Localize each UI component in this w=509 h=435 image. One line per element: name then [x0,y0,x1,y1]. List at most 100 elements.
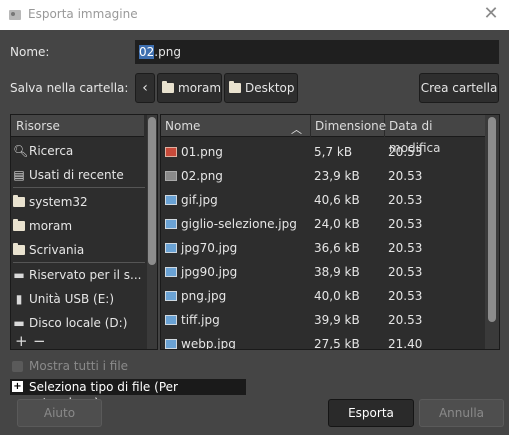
column-name-header[interactable]: Nome ︿ [161,115,311,137]
place-usb-drive[interactable]: ▮ Unità USB (E:) [13,289,145,309]
file-list-scrollbar[interactable] [485,115,499,349]
file-name: tiff.jpg [181,313,220,327]
remove-bookmark-button[interactable]: − [33,332,46,349]
folder-icon [229,81,241,93]
file-name: jpg70.jpg [181,241,238,255]
file-size: 40,6 kB [314,193,360,207]
name-label: Nome: [10,45,50,59]
file-row[interactable]: gif.jpg 40,6 kB 20.53 [161,188,485,212]
place-recent[interactable]: ▤ Usati di recente [13,165,145,185]
file-name: jpg90.jpg [181,265,238,279]
usb-drive-icon: ▮ [15,292,23,306]
filename-selected-text: 02 [139,45,155,59]
place-search[interactable]: 🔍︎Ricerca [13,141,145,161]
path-crumb-label: moram [178,81,222,95]
file-modified: 20.53 [388,169,423,183]
place-label: system32 [29,195,88,209]
place-label: Riservato per il s... [29,268,142,282]
filename-input[interactable]: 02.png [135,40,499,64]
file-row[interactable]: 01.png 5,7 kB 20.53 [161,140,485,164]
image-file-icon [165,243,177,253]
file-modified: 21.40 [388,337,423,350]
file-modified: 20.53 [388,313,423,327]
file-modified: 20.53 [388,217,423,231]
image-file-icon [165,291,177,301]
place-moram[interactable]: moram [13,216,145,236]
file-row[interactable]: giglio-selezione.jpg 24,0 kB 20.53 [161,212,485,236]
file-list: Nome ︿ Dimensione Data di modifica 01.png… [160,114,500,350]
file-row[interactable]: jpg90.jpg 38,9 kB 20.53 [161,260,485,284]
file-size: 5,7 kB [314,145,353,159]
image-file-icon [165,219,177,229]
place-local-disk[interactable]: ▬ Disco locale (D:) [13,313,145,333]
close-icon[interactable]: ✕ [481,4,501,24]
file-modified: 20.53 [388,265,423,279]
place-label: Ricerca [29,144,74,158]
file-list-header: Nome ︿ Dimensione Data di modifica [161,115,485,155]
place-label: Usati di recente [29,168,124,182]
folder-icon [162,81,174,93]
file-name: 01.png [181,145,223,159]
file-modified: 20.53 [388,145,423,159]
file-name: giglio-selezione.jpg [181,217,297,231]
column-size-header[interactable]: Dimensione [311,115,386,137]
file-modified: 20.53 [388,289,423,303]
path-crumb-moram[interactable]: moram [157,73,222,103]
places-divider [13,187,145,188]
place-scrivania[interactable]: Scrivania [13,240,145,260]
place-label: Unità USB (E:) [29,292,115,306]
folder-icon [13,192,25,212]
places-scroll-thumb[interactable] [148,117,156,265]
image-file-icon [165,147,177,157]
place-reserved-drive[interactable]: ▬ Riservato per il s... [13,265,145,285]
places-scrollbar[interactable] [147,115,157,349]
path-back-button[interactable]: ‹ [135,73,155,103]
file-name: gif.jpg [181,193,218,207]
cancel-button[interactable]: Annulla [419,399,504,427]
image-file-icon [165,315,177,325]
column-header-label: Nome [165,119,201,133]
file-size: 27,5 kB [314,337,360,350]
places-panel: Risorse 🔍︎Ricerca ▤ Usati di recente syst… [10,114,158,350]
folder-icon [13,240,25,260]
gimp-app-icon [9,10,21,20]
file-name: 02.png [181,169,223,183]
file-row[interactable]: png.jpg 40,0 kB 20.53 [161,284,485,308]
file-row[interactable]: 02.png 23,9 kB 20.53 [161,164,485,188]
path-crumb-desktop[interactable]: Desktop [224,73,298,103]
place-label: Scrivania [29,243,85,257]
file-modified: 20.53 [388,241,423,255]
column-modified-header[interactable]: Data di modifica [385,115,485,155]
file-row[interactable]: webp.jpg 27,5 kB 21.40 [161,332,485,350]
place-label: Disco locale (D:) [29,316,128,330]
create-folder-button[interactable]: Crea cartella [419,73,499,103]
show-all-files-checkbox[interactable] [12,361,23,372]
image-file-icon [165,267,177,277]
file-size: 24,0 kB [314,217,360,231]
file-type-expander[interactable]: + Seleziona tipo di file (Per estensione… [10,379,246,410]
export-button[interactable]: Esporta [328,399,414,427]
file-list-scroll-thumb[interactable] [488,117,496,322]
title-bar: Esporta immagine ✕ [0,0,509,30]
folder-icon [13,216,25,236]
file-name: png.jpg [181,289,227,303]
place-system32[interactable]: system32 [13,192,145,212]
show-all-files-label: Mostra tutti i file [29,359,129,373]
chevron-left-icon: ‹ [142,80,148,96]
save-folder-label: Salva nella cartella: [10,81,129,95]
path-crumb-label: Desktop [245,81,295,95]
places-divider [13,262,145,263]
file-row[interactable]: tiff.jpg 39,9 kB 20.53 [161,308,485,332]
drive-icon: ▬ [13,268,25,282]
plus-icon: + [12,381,23,392]
add-bookmark-button[interactable]: + [15,332,28,349]
search-icon: 🔍︎ [13,144,29,158]
file-row[interactable]: jpg70.jpg 36,6 kB 20.53 [161,236,485,260]
help-button[interactable]: Aiuto [17,399,102,427]
recent-icon: ▤ [13,168,25,182]
filename-extension-text: .png [154,45,181,59]
file-size: 40,0 kB [314,289,360,303]
file-size: 38,9 kB [314,265,360,279]
file-name: webp.jpg [181,337,236,350]
image-file-icon [165,195,177,205]
